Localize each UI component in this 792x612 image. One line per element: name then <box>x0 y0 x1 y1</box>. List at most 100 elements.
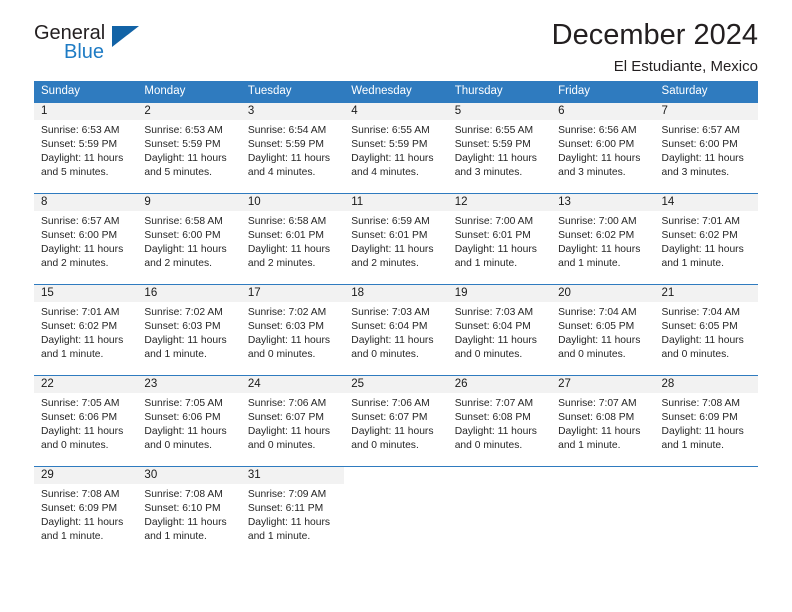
calendar-day-cell[interactable]: 12 Sunrise: 7:00 AM Sunset: 6:01 PM Dayligh… <box>447 193 552 285</box>
day-details: Sunrise: 7:03 AM Sunset: 6:04 PM Daylight:… <box>344 302 447 362</box>
calendar-day-cell[interactable]: 29 Sunrise: 7:08 AM Sunset: 6:09 PM Dayligh… <box>34 466 138 557</box>
calendar-day-cell[interactable]: 8 Sunrise: 6:57 AM Sunset: 6:00 PM Daylight… <box>34 193 138 285</box>
daylight-duration-line1: Daylight: 11 hours <box>247 153 331 165</box>
sunset-time: Sunset: 6:01 PM <box>247 230 324 242</box>
calendar-day-cell[interactable]: 5 Sunrise: 6:55 AM Sunset: 5:59 PM Daylight… <box>447 102 552 194</box>
calendar-day-cell[interactable]: 24 Sunrise: 7:06 AM Sunset: 6:07 PM Dayligh… <box>240 375 345 467</box>
day-cell-inner: 18 Sunrise: 7:03 AM Sunset: 6:04 PM Dayligh… <box>344 285 448 375</box>
day-details: Sunrise: 7:03 AM Sunset: 6:04 PM Daylight:… <box>448 302 551 362</box>
calendar-day-cell[interactable]: 16 Sunrise: 7:02 AM Sunset: 6:03 PM Dayligh… <box>137 284 241 376</box>
daylight-duration-line2: and 0 minutes. <box>247 440 316 452</box>
daylight-duration-line2: and 1 minute. <box>454 258 518 270</box>
title-block: December 2024 El Estudiante, Mexico <box>552 18 758 76</box>
day-details: Sunrise: 7:04 AM Sunset: 6:05 PM Daylight:… <box>655 302 758 362</box>
sunrise-time: Sunrise: 7:08 AM <box>144 489 223 500</box>
sunrise-time: Sunrise: 7:00 AM <box>454 216 534 227</box>
day-cell-inner: 15 Sunrise: 7:01 AM Sunset: 6:02 PM Dayligh… <box>34 285 138 375</box>
daylight-duration-line2: and 0 minutes. <box>661 349 730 361</box>
calendar-day-cell[interactable]: 26 Sunrise: 7:07 AM Sunset: 6:08 PM Dayligh… <box>447 375 552 467</box>
calendar-day-cell[interactable]: 18 Sunrise: 7:03 AM Sunset: 6:04 PM Dayligh… <box>344 284 448 376</box>
day-details: Sunrise: 7:07 AM Sunset: 6:08 PM Daylight:… <box>448 393 551 453</box>
calendar-week-row: 22 Sunrise: 7:05 AM Sunset: 6:06 PM Dayligh… <box>34 375 758 467</box>
day-details: Sunrise: 7:05 AM Sunset: 6:06 PM Daylight:… <box>34 393 137 453</box>
day-number: 12 <box>447 194 552 211</box>
day-cell-inner: 24 Sunrise: 7:06 AM Sunset: 6:07 PM Dayligh… <box>240 376 345 466</box>
calendar-day-cell[interactable]: 6 Sunrise: 6:56 AM Sunset: 6:00 PM Daylight… <box>551 102 655 194</box>
day-cell-inner: 13 Sunrise: 7:00 AM Sunset: 6:02 PM Dayligh… <box>551 194 655 284</box>
day-number: 20 <box>551 285 655 302</box>
sunset-time: Sunset: 5:59 PM <box>454 139 531 151</box>
page-title: December 2024 <box>551 19 758 51</box>
daylight-duration-line1: Daylight: 11 hours <box>41 153 124 165</box>
calendar-day-cell[interactable]: 25 Sunrise: 7:06 AM Sunset: 6:07 PM Dayligh… <box>344 375 448 467</box>
calendar-day-cell[interactable]: 20 Sunrise: 7:04 AM Sunset: 6:05 PM Dayligh… <box>551 284 655 376</box>
calendar-day-cell[interactable]: 15 Sunrise: 7:01 AM Sunset: 6:02 PM Dayligh… <box>34 284 138 376</box>
daylight-duration-line2: and 2 minutes. <box>247 258 316 270</box>
calendar-day-cell[interactable]: 1 Sunrise: 6:53 AM Sunset: 5:59 PM Daylight… <box>34 102 138 194</box>
calendar-day-cell[interactable]: 9 Sunrise: 6:58 AM Sunset: 6:00 PM Daylight… <box>137 193 241 285</box>
calendar-day-cell[interactable]: 13 Sunrise: 7:00 AM Sunset: 6:02 PM Dayligh… <box>551 193 655 285</box>
calendar-day-cell[interactable]: 23 Sunrise: 7:05 AM Sunset: 6:06 PM Dayligh… <box>137 375 241 467</box>
sunset-time: Sunset: 6:09 PM <box>41 503 118 515</box>
calendar-day-cell[interactable]: 14 Sunrise: 7:01 AM Sunset: 6:02 PM Dayligh… <box>654 193 758 285</box>
daylight-duration-line2: and 1 minute. <box>661 258 724 270</box>
day-number: 24 <box>240 376 345 393</box>
calendar-day-cell[interactable]: 11 Sunrise: 6:59 AM Sunset: 6:01 PM Dayligh… <box>344 193 448 285</box>
calendar-day-cell[interactable]: 3 Sunrise: 6:54 AM Sunset: 5:59 PM Daylight… <box>240 102 345 194</box>
calendar-table: Sunday Monday Tuesday Wednesday Thursday… <box>34 81 758 557</box>
day-details: Sunrise: 7:04 AM Sunset: 6:05 PM Daylight:… <box>551 302 654 362</box>
day-number: 10 <box>240 194 345 211</box>
sunset-time: Sunset: 6:03 PM <box>247 321 324 333</box>
calendar-day-cell[interactable]: 27 Sunrise: 7:07 AM Sunset: 6:08 PM Dayligh… <box>551 375 655 467</box>
day-cell-inner: 1 Sunrise: 6:53 AM Sunset: 5:59 PM Daylight… <box>34 103 138 193</box>
calendar-day-cell[interactable]: 22 Sunrise: 7:05 AM Sunset: 6:06 PM Dayligh… <box>34 375 138 467</box>
calendar-day-cell[interactable]: 10 Sunrise: 6:58 AM Sunset: 6:01 PM Dayligh… <box>240 193 345 285</box>
daylight-duration-line2: and 0 minutes. <box>558 349 626 361</box>
day-details: Sunrise: 7:00 AM Sunset: 6:01 PM Daylight:… <box>448 211 551 271</box>
daylight-duration-line2: and 1 minute. <box>144 531 207 543</box>
daylight-duration-line2: and 1 minute. <box>247 531 311 543</box>
day-number: 13 <box>551 194 655 211</box>
calendar-day-cell[interactable]: 17 Sunrise: 7:02 AM Sunset: 6:03 PM Dayligh… <box>240 284 345 376</box>
day-number <box>655 467 758 484</box>
day-number: 30 <box>137 467 241 484</box>
day-details: Sunrise: 7:08 AM Sunset: 6:09 PM Daylight:… <box>34 484 137 544</box>
calendar-day-cell[interactable]: 21 Sunrise: 7:04 AM Sunset: 6:05 PM Dayligh… <box>654 284 758 376</box>
day-cell-inner: 3 Sunrise: 6:54 AM Sunset: 5:59 PM Daylight… <box>240 103 345 193</box>
sunrise-time: Sunrise: 7:06 AM <box>351 398 430 409</box>
sunrise-time: Sunrise: 7:01 AM <box>41 307 120 318</box>
day-cell-inner: 21 Sunrise: 7:04 AM Sunset: 6:05 PM Dayligh… <box>654 285 758 375</box>
calendar-day-cell[interactable]: 28 Sunrise: 7:08 AM Sunset: 6:09 PM Dayligh… <box>654 375 758 467</box>
day-cell-inner: 11 Sunrise: 6:59 AM Sunset: 6:01 PM Dayligh… <box>344 194 448 284</box>
day-details: Sunrise: 6:57 AM Sunset: 6:00 PM Daylight:… <box>34 211 137 271</box>
sunset-time: Sunset: 6:00 PM <box>41 230 118 242</box>
daylight-duration-line2: and 4 minutes. <box>351 167 419 179</box>
day-number: 4 <box>344 103 448 120</box>
day-cell-inner: 5 Sunrise: 6:55 AM Sunset: 5:59 PM Daylight… <box>447 103 552 193</box>
day-cell-inner: 6 Sunrise: 6:56 AM Sunset: 6:00 PM Daylight… <box>551 103 655 193</box>
calendar-day-cell[interactable]: 30 Sunrise: 7:08 AM Sunset: 6:10 PM Dayligh… <box>137 466 241 557</box>
sunset-time: Sunset: 6:07 PM <box>351 412 428 424</box>
day-cell-inner: 28 Sunrise: 7:08 AM Sunset: 6:09 PM Dayligh… <box>654 376 758 466</box>
calendar-day-cell[interactable]: 19 Sunrise: 7:03 AM Sunset: 6:04 PM Dayligh… <box>447 284 552 376</box>
day-details: Sunrise: 7:02 AM Sunset: 6:03 PM Daylight:… <box>137 302 240 362</box>
sunrise-time: Sunrise: 7:09 AM <box>247 489 327 500</box>
day-cell-inner: 14 Sunrise: 7:01 AM Sunset: 6:02 PM Dayligh… <box>654 194 758 284</box>
day-details: Sunrise: 7:08 AM Sunset: 6:09 PM Daylight:… <box>655 393 758 453</box>
daylight-duration-line2: and 1 minute. <box>41 531 104 543</box>
calendar-day-cell[interactable]: 4 Sunrise: 6:55 AM Sunset: 5:59 PM Daylight… <box>344 102 448 194</box>
calendar-day-cell[interactable]: 7 Sunrise: 6:57 AM Sunset: 6:00 PM Daylight… <box>654 102 758 194</box>
calendar-table-wrapper: Sunday Monday Tuesday Wednesday Thursday… <box>34 81 758 557</box>
day-number: 18 <box>344 285 448 302</box>
sunrise-time: Sunrise: 7:01 AM <box>661 216 740 227</box>
calendar-day-cell[interactable]: 2 Sunrise: 6:53 AM Sunset: 5:59 PM Daylight… <box>137 102 241 194</box>
day-number: 17 <box>240 285 345 302</box>
daylight-duration-line1: Daylight: 11 hours <box>247 335 331 347</box>
calendar-day-cell[interactable]: 31 Sunrise: 7:09 AM Sunset: 6:11 PM Dayligh… <box>240 466 345 557</box>
daylight-duration-line1: Daylight: 11 hours <box>558 153 641 165</box>
sunset-time: Sunset: 6:06 PM <box>144 412 221 424</box>
daylight-duration-line1: Daylight: 11 hours <box>661 244 744 256</box>
daylight-duration-line1: Daylight: 11 hours <box>144 335 227 347</box>
daylight-duration-line1: Daylight: 11 hours <box>351 335 434 347</box>
daylight-duration-line2: and 1 minute. <box>661 440 724 452</box>
